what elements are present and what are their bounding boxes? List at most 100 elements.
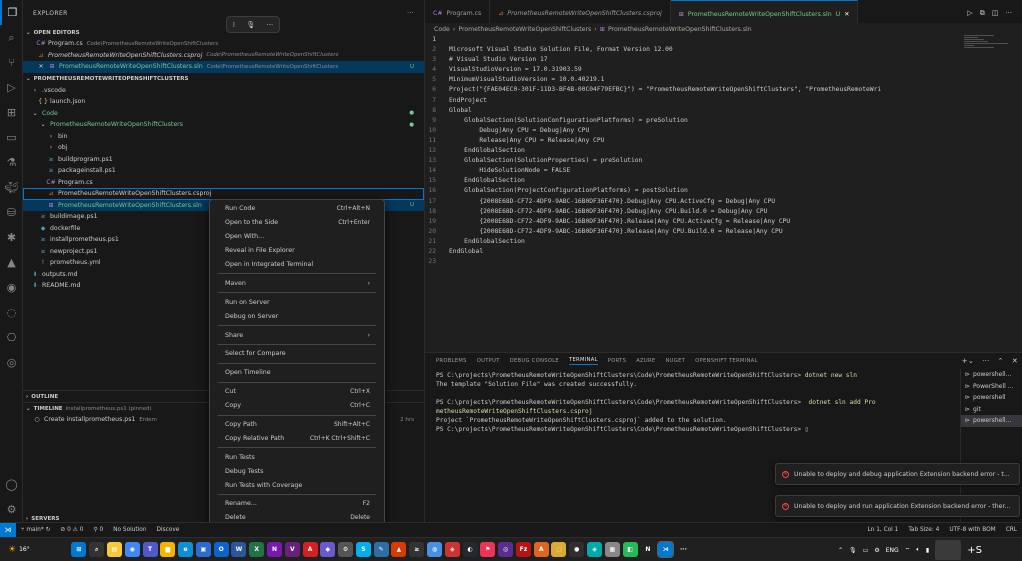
taskbar-app-icon[interactable]: ◆ <box>320 542 336 557</box>
solution-status[interactable]: No Solution <box>108 527 151 533</box>
menu-item[interactable]: Maven › <box>210 276 384 290</box>
taskbar-more-icon[interactable]: ··· <box>676 542 691 557</box>
tree-file[interactable]: ≥ packageinstall.ps1 <box>23 165 424 177</box>
tab-openshift-terminal[interactable]: OPENSHIFT TERMINAL <box>695 358 758 364</box>
input-language[interactable]: ENG <box>886 547 899 554</box>
tree-file[interactable]: ≥ buildprogram.ps1 <box>23 154 424 166</box>
indentation-status[interactable]: Tab Size: 4 <box>903 527 944 533</box>
taskbar-acrobat2-icon[interactable]: A <box>533 542 549 557</box>
cursor-position[interactable]: Ln 1, Col 1 <box>862 527 903 533</box>
kafka-icon[interactable]: ⎔ <box>0 325 23 350</box>
close-panel-icon[interactable]: ✕ <box>1012 357 1018 365</box>
open-editors-header[interactable]: ⌄ OPEN EDITORS <box>23 27 424 38</box>
menu-item[interactable]: Rename... F2 <box>210 497 384 511</box>
taskbar-github-icon[interactable]: ◐ <box>462 542 478 557</box>
remote-explorer-icon[interactable]: ▭ <box>0 125 23 150</box>
ports-status[interactable]: ⚲ 0 <box>88 527 108 533</box>
tree-file[interactable]: C# Program.cs <box>23 177 424 189</box>
weather-widget[interactable]: ☀ 16° <box>0 545 70 555</box>
more-actions-icon[interactable]: ··· <box>982 357 990 365</box>
menu-item[interactable]: Run Code Ctrl+Alt+N <box>210 202 384 216</box>
kubernetes-icon[interactable]: ✱ <box>0 225 23 250</box>
taskbar-onenote-icon[interactable]: N <box>266 542 282 557</box>
notifications-icon[interactable]: +S <box>967 545 982 556</box>
taskbar-outlook-icon[interactable]: O <box>213 542 229 557</box>
close-icon[interactable]: ✕ <box>37 63 45 70</box>
tree-folder[interactable]: › obj <box>23 142 424 154</box>
taskbar-store-icon[interactable]: ▣ <box>195 542 211 557</box>
gitlens-icon[interactable]: ◌ <box>0 300 23 325</box>
taskbar-start-icon[interactable]: ⊞ <box>71 542 87 557</box>
chevron-up-icon[interactable]: ⌃ <box>838 547 843 554</box>
wifi-icon[interactable]: ⌔ <box>905 546 911 554</box>
terminal-instance[interactable]: ⊳ powershell... <box>961 369 1022 381</box>
open-editor-item[interactable]: ✕ ⊞ PrometheusRemoteWriteOpenShiftCluste… <box>23 61 424 73</box>
menu-item[interactable]: Debug on Server <box>210 309 384 323</box>
compare-icon[interactable]: ⧉ <box>980 9 985 18</box>
tab-azure[interactable]: AZURE <box>636 358 655 364</box>
taskbar-settings-icon[interactable]: ⚙ <box>338 542 354 557</box>
source-control-icon[interactable]: ⑂ <box>0 50 23 75</box>
new-terminal-icon[interactable]: +⌄ <box>962 357 974 365</box>
tab-problems[interactable]: PROBLEMS <box>436 358 467 364</box>
tab-terminal[interactable]: TERMINAL <box>569 357 598 365</box>
menu-item[interactable]: Copy Path Shift+Alt+C <box>210 418 384 432</box>
microphone-icon[interactable]: 🎙︎ <box>849 547 857 554</box>
settings-gear-icon[interactable]: ⚙ <box>0 497 23 522</box>
taskbar-skype-icon[interactable]: S <box>355 542 371 557</box>
clock-area[interactable] <box>935 540 962 560</box>
taskbar-app8-icon[interactable]: ▦ <box>604 542 620 557</box>
open-editor-item[interactable]: ⊿ PrometheusRemoteWriteOpenShiftClusters… <box>23 50 424 62</box>
discover-status[interactable]: Discove <box>152 527 185 533</box>
extensions-icon[interactable]: ⊞ <box>0 100 23 125</box>
database-icon[interactable]: ⛁ <box>0 200 23 225</box>
taskbar-acrobat-icon[interactable]: A <box>302 542 318 557</box>
taskbar-app6-icon[interactable]: ◌ <box>551 542 567 557</box>
menu-item[interactable]: Open With... <box>210 230 384 244</box>
docker-icon[interactable]: 🐳︎ <box>0 175 23 200</box>
taskbar-obs-icon[interactable]: ● <box>569 542 585 557</box>
taskbar-photos-icon[interactable]: ▲ <box>391 542 407 557</box>
error-notification[interactable]: ✕ Unable to deploy and run application E… <box>775 495 1020 517</box>
menu-item[interactable]: Reveal in File Explorer <box>210 244 384 258</box>
taskbar-notepad-icon[interactable]: ✎ <box>373 542 389 557</box>
code-editor[interactable]: 1 2 Microsoft Visual Studio Solution File,… <box>425 35 1022 351</box>
taskbar-teams-icon[interactable]: T <box>142 542 158 557</box>
tray-app-icon[interactable]: ▭ <box>863 547 869 554</box>
taskbar-files-icon[interactable]: ▤ <box>106 542 122 557</box>
tree-folder[interactable]: › bin <box>23 131 424 143</box>
azure-icon[interactable]: ▲ <box>0 250 23 275</box>
taskbar-vs-icon[interactable]: V <box>284 542 300 557</box>
terminal-instance[interactable]: ⊳ git <box>961 404 1022 416</box>
error-notification[interactable]: ✕ Unable to deploy and debug application… <box>775 463 1020 485</box>
branch-status[interactable]: ⑂ main* ↻ <box>16 527 55 533</box>
tree-folder[interactable]: › .vscode <box>23 85 424 97</box>
problems-status[interactable]: ⊘ 0 ⚠ 0 <box>55 527 88 533</box>
terminal-instance[interactable]: ⊳ PowerShell ... <box>961 381 1022 393</box>
terminal-instance[interactable]: ⊳ powershell <box>961 392 1022 404</box>
more-actions-icon[interactable]: ··· <box>407 10 414 17</box>
menu-item[interactable]: Run Tests <box>210 450 384 464</box>
menu-item[interactable]: Cut Ctrl+X <box>210 385 384 399</box>
tab-debug-console[interactable]: DEBUG CONSOLE <box>510 358 559 364</box>
battery-icon[interactable]: ▮ <box>926 547 929 554</box>
breadcrumb-item[interactable]: PrometheusRemoteWriteOpenShiftClusters.s… <box>608 26 752 33</box>
testing-icon[interactable]: ⚗ <box>0 150 23 175</box>
menu-item[interactable]: Select for Compare <box>210 347 384 361</box>
tree-folder[interactable]: ⌄ PrometheusRemoteWriteOpenShiftClusters ● <box>23 119 424 131</box>
menu-item[interactable]: Run on Server <box>210 295 384 309</box>
more-icon[interactable]: ··· <box>267 21 274 29</box>
menu-item[interactable]: Copy Relative Path Ctrl+K Ctrl+Shift+C <box>210 431 384 445</box>
explorer-icon[interactable]: ❐ <box>0 0 23 25</box>
tab-output[interactable]: OUTPUT <box>477 358 500 364</box>
taskbar-notion-icon[interactable]: N <box>640 542 656 557</box>
eol-status[interactable]: CRL <box>1001 527 1022 533</box>
tree-file[interactable]: ⊿ PrometheusRemoteWriteOpenShiftClusters.… <box>23 188 424 200</box>
taskbar-app7-icon[interactable]: ◈ <box>587 542 603 557</box>
tab-nuget[interactable]: NUGET <box>665 358 685 364</box>
remote-indicator-icon[interactable]: ⋊ <box>0 522 16 538</box>
taskbar-app3-icon[interactable]: ◈ <box>444 542 460 557</box>
taskbar-filezilla-icon[interactable]: Fz <box>515 542 531 557</box>
taskbar-folder-icon[interactable]: ▆ <box>160 542 176 557</box>
maximize-panel-icon[interactable]: ⌃ <box>998 357 1004 365</box>
